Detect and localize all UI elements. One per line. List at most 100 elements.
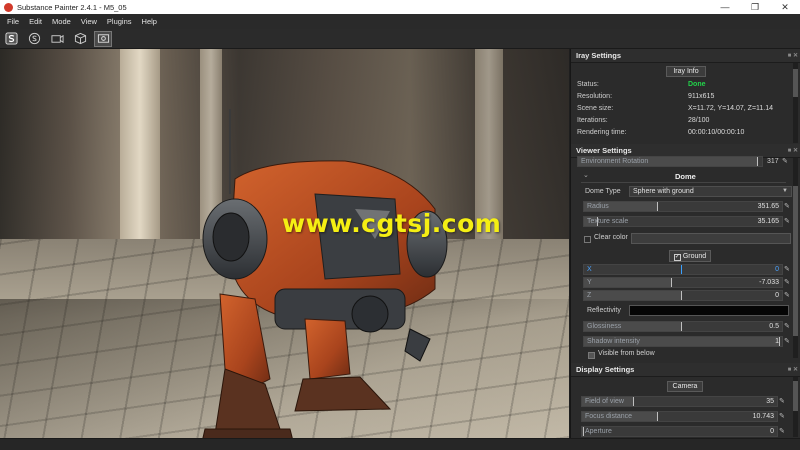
menu-help[interactable]: Help bbox=[142, 17, 157, 26]
ground-y-label: Y bbox=[587, 279, 592, 286]
aperture-slider[interactable]: Aperture 0 bbox=[581, 426, 778, 437]
clear-color-swatch[interactable] bbox=[631, 233, 791, 244]
iray-render-icon bbox=[97, 34, 109, 43]
toolbar bbox=[0, 29, 800, 49]
texture-scale-label: Texture scale bbox=[587, 218, 629, 225]
window-controls: — ❐ ✕ bbox=[710, 0, 800, 14]
settings-panel: Iray Settings ■ ✕ Iray Info Status: Done… bbox=[570, 49, 800, 438]
pencil-icon[interactable]: ✎ bbox=[779, 413, 787, 421]
rendering-time-label: Rendering time: bbox=[577, 129, 627, 136]
field-of-view-value: 35 bbox=[766, 398, 774, 405]
iterations-row: Iterations: 28/100 bbox=[571, 115, 791, 127]
viewer-scrollbar[interactable] bbox=[793, 158, 798, 358]
pencil-icon[interactable]: ✎ bbox=[784, 292, 792, 300]
texture-scale-slider[interactable]: Texture scale 35.165 bbox=[583, 216, 783, 227]
menu-mode[interactable]: Mode bbox=[52, 17, 71, 26]
resolution-row: Resolution: 911x615 bbox=[571, 91, 791, 103]
glossiness-value: 0.5 bbox=[769, 323, 779, 330]
ground-y-value: -7.033 bbox=[759, 279, 779, 286]
substance-s-icon bbox=[4, 32, 18, 45]
pencil-icon[interactable]: ✎ bbox=[779, 398, 787, 406]
shadow-intensity-value: 1 bbox=[775, 338, 779, 345]
status-label: Status: bbox=[577, 81, 599, 88]
ground-toggle-button[interactable]: ✓ Ground bbox=[669, 250, 711, 262]
camera-tab-button[interactable]: Camera bbox=[667, 381, 703, 392]
visible-from-below-label: Visible from below bbox=[598, 350, 655, 357]
close-button[interactable]: ✕ bbox=[770, 0, 800, 14]
camera-settings-button[interactable] bbox=[48, 31, 66, 47]
focus-distance-slider[interactable]: Focus distance 10.743 bbox=[581, 411, 778, 422]
field-of-view-label: Field of view bbox=[585, 398, 624, 405]
rendering-time-row: Rendering time: 00:00:10/00:00:10 bbox=[571, 127, 791, 139]
substance-s-button[interactable] bbox=[2, 31, 20, 47]
environment-rotation-value: 317 bbox=[767, 158, 779, 165]
maximize-button[interactable]: ❐ bbox=[740, 0, 770, 14]
dome-group-header[interactable]: ⌄ Dome bbox=[581, 170, 786, 183]
ground-z-value: 0 bbox=[775, 292, 779, 299]
display-cube-button[interactable] bbox=[71, 31, 89, 47]
shadow-intensity-slider[interactable]: Shadow intensity 1 bbox=[583, 336, 783, 347]
panel-controls-icon[interactable]: ■ ✕ bbox=[788, 144, 798, 158]
pencil-icon[interactable]: ✎ bbox=[784, 203, 792, 211]
menu-plugins[interactable]: Plugins bbox=[107, 17, 132, 26]
menu-file[interactable]: File bbox=[7, 17, 19, 26]
focus-distance-label: Focus distance bbox=[585, 413, 633, 420]
pencil-icon[interactable]: ✎ bbox=[782, 158, 790, 166]
pencil-icon[interactable]: ✎ bbox=[784, 323, 792, 331]
pencil-icon[interactable]: ✎ bbox=[784, 338, 792, 346]
title-bar: Substance Painter 2.4.1 - M5_05 — ❐ ✕ bbox=[0, 0, 800, 14]
dome-type-value: Sphere with ground bbox=[633, 188, 694, 195]
dome-title: Dome bbox=[675, 172, 696, 181]
scene-size-label: Scene size: bbox=[577, 105, 614, 112]
rendering-time-value: 00:00:10/00:00:10 bbox=[688, 129, 745, 136]
ground-z-slider[interactable]: Z 0 bbox=[583, 290, 783, 301]
collapse-chevron-icon[interactable]: ⌄ bbox=[583, 171, 589, 179]
shadow-intensity-label: Shadow intensity bbox=[587, 338, 640, 345]
dropdown-arrow-icon: ▼ bbox=[782, 188, 788, 194]
camera-icon bbox=[50, 34, 64, 44]
texture-scale-value: 35.165 bbox=[757, 218, 779, 225]
glossiness-slider[interactable]: Glossiness 0.5 bbox=[583, 321, 783, 332]
status-bar bbox=[0, 438, 800, 450]
display-scrollbar[interactable] bbox=[793, 377, 798, 437]
viewer-settings-title: Viewer Settings bbox=[576, 146, 632, 155]
ground-y-slider[interactable]: Y -7.033 bbox=[583, 277, 783, 288]
menu-view[interactable]: View bbox=[81, 17, 97, 26]
pencil-icon[interactable]: ✎ bbox=[784, 279, 792, 287]
iray-settings-header[interactable]: Iray Settings ■ ✕ bbox=[571, 49, 800, 63]
scene-size-value: X=11.72, Y=14.07, Z=11.14 bbox=[688, 105, 774, 112]
resolution-label: Resolution: bbox=[577, 93, 613, 100]
sphere-icon bbox=[28, 32, 40, 45]
cube-icon bbox=[74, 32, 86, 45]
reflectivity-label: Reflectivity bbox=[587, 307, 621, 314]
watermark-text: www.cgtsj.com bbox=[282, 209, 502, 238]
visible-from-below-checkbox[interactable] bbox=[588, 352, 595, 359]
pencil-icon[interactable]: ✎ bbox=[784, 218, 792, 226]
display-settings-header[interactable]: Display Settings ■ ✕ bbox=[571, 363, 800, 377]
dome-type-select[interactable]: Sphere with ground ▼ bbox=[629, 186, 792, 197]
panel-controls-icon[interactable]: ■ ✕ bbox=[788, 363, 798, 377]
glossiness-label: Glossiness bbox=[587, 323, 622, 330]
iray-render-button[interactable] bbox=[94, 30, 112, 47]
iray-info-button[interactable]: Iray Info bbox=[666, 66, 706, 77]
substance-sphere-button[interactable] bbox=[25, 31, 43, 47]
field-of-view-slider[interactable]: Field of view 35 bbox=[581, 396, 778, 407]
3d-viewport[interactable]: www.cgtsj.com bbox=[0, 49, 569, 438]
environment-rotation-label: Environment Rotation bbox=[581, 158, 649, 165]
aperture-label: Aperture bbox=[585, 428, 612, 435]
ground-x-slider[interactable]: X 0 bbox=[583, 264, 783, 275]
menu-edit[interactable]: Edit bbox=[29, 17, 42, 26]
clear-color-checkbox[interactable] bbox=[584, 236, 591, 243]
iray-settings-title: Iray Settings bbox=[576, 51, 622, 60]
radius-label: Radius bbox=[587, 203, 609, 210]
iray-scrollbar[interactable] bbox=[793, 63, 798, 143]
pencil-icon[interactable]: ✎ bbox=[784, 266, 792, 274]
panel-controls-icon[interactable]: ■ ✕ bbox=[788, 49, 798, 63]
environment-rotation-slider[interactable]: Environment Rotation bbox=[577, 156, 763, 167]
pencil-icon[interactable]: ✎ bbox=[779, 428, 787, 436]
radius-slider[interactable]: Radius 351.65 bbox=[583, 201, 783, 212]
reflectivity-color-swatch[interactable] bbox=[629, 305, 789, 316]
iterations-label: Iterations: bbox=[577, 117, 608, 124]
minimize-button[interactable]: — bbox=[710, 0, 740, 14]
clear-color-label: Clear color bbox=[594, 234, 628, 241]
